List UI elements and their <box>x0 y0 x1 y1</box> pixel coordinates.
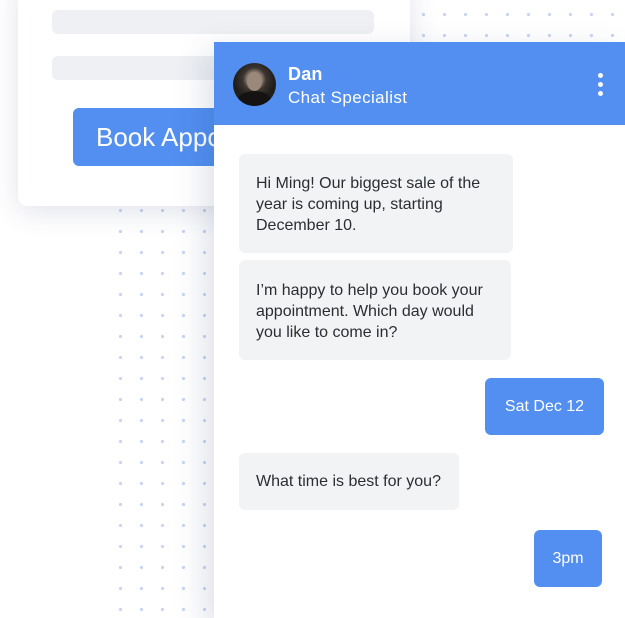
menu-dot <box>598 91 603 96</box>
agent-role: Chat Specialist <box>288 88 408 107</box>
avatar-face <box>247 72 262 91</box>
agent-avatar <box>233 63 276 106</box>
decorative-dot-pattern-left <box>110 200 220 618</box>
user-message-bubble: 3pm <box>534 530 602 587</box>
avatar-shoulders <box>237 91 272 106</box>
user-message-bubble: Sat Dec 12 <box>485 378 604 435</box>
more-vertical-icon[interactable] <box>590 70 612 100</box>
chat-header: Dan Chat Specialist <box>214 42 625 125</box>
menu-dot <box>598 82 603 87</box>
decorative-dot-pattern-top <box>410 0 625 45</box>
agent-name: Dan <box>288 64 323 84</box>
agent-message-bubble: I’m happy to help you book your appointm… <box>239 260 511 360</box>
agent-message-bubble: Hi Ming! Our biggest sale of the year is… <box>239 154 513 253</box>
agent-message-bubble: What time is best for you? <box>239 453 459 510</box>
menu-dot <box>598 73 603 78</box>
page: Book Appointment Dan Chat Specialist Hi … <box>0 0 625 618</box>
chat-widget: Dan Chat Specialist Hi Ming! Our biggest… <box>214 42 625 618</box>
form-field-placeholder-1[interactable] <box>52 10 374 34</box>
